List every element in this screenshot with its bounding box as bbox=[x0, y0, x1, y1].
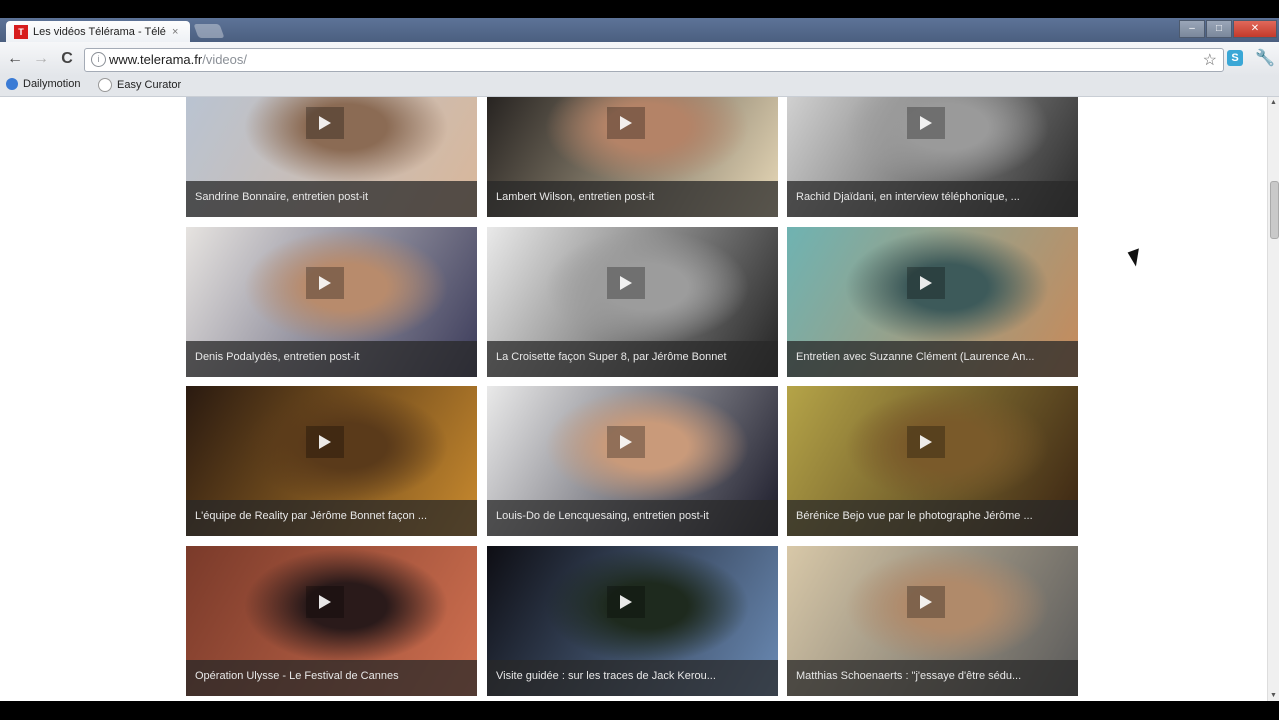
caption-bar: Rachid Djaïdani, en interview téléphoniq… bbox=[787, 181, 1078, 217]
caption-bar: Entretien avec Suzanne Clément (Laurence… bbox=[787, 341, 1078, 377]
play-icon[interactable] bbox=[306, 586, 344, 618]
bookmark-star-icon[interactable]: ☆ bbox=[1203, 50, 1217, 70]
play-icon[interactable] bbox=[907, 586, 945, 618]
video-title[interactable]: Sandrine Bonnaire, entretien post-it bbox=[195, 191, 469, 203]
video-card[interactable]: Rachid Djaïdani, en interview téléphoniq… bbox=[787, 97, 1078, 217]
bookmark-dailymotion[interactable]: Dailymotion bbox=[6, 78, 80, 90]
caption-bar: Visite guidée : sur les traces de Jack K… bbox=[487, 660, 778, 696]
video-title[interactable]: L'équipe de Reality par Jérôme Bonnet fa… bbox=[195, 510, 469, 522]
forward-icon[interactable]: → bbox=[32, 50, 50, 68]
caption-bar: Sandrine Bonnaire, entretien post-it bbox=[186, 181, 477, 217]
bookmark-label: Easy Curator bbox=[117, 79, 182, 91]
play-icon[interactable] bbox=[607, 107, 645, 139]
caption-bar: Denis Podalydès, entretien post-it bbox=[186, 341, 477, 377]
new-tab-button[interactable] bbox=[193, 24, 225, 38]
vertical-scrollbar[interactable]: ▲ ▼ bbox=[1267, 97, 1279, 701]
wrench-menu-icon[interactable]: 🔧 bbox=[1255, 48, 1275, 68]
play-icon[interactable] bbox=[907, 267, 945, 299]
bookmark-easy-curator[interactable]: Easy Curator bbox=[98, 78, 181, 92]
play-icon[interactable] bbox=[607, 267, 645, 299]
play-icon[interactable] bbox=[306, 426, 344, 458]
video-title[interactable]: Rachid Djaïdani, en interview téléphoniq… bbox=[796, 191, 1070, 203]
page-content: Sandrine Bonnaire, entretien post-it Lamb… bbox=[0, 97, 1267, 701]
video-title[interactable]: Entretien avec Suzanne Clément (Laurence… bbox=[796, 351, 1070, 363]
play-icon[interactable] bbox=[607, 586, 645, 618]
minimize-button[interactable]: – bbox=[1179, 20, 1205, 38]
tab-title: Les vidéos Télérama - Télé bbox=[33, 25, 166, 38]
scroll-down-icon[interactable]: ▼ bbox=[1270, 692, 1277, 699]
video-title[interactable]: Bérénice Bejo vue par le photographe Jér… bbox=[796, 510, 1070, 522]
video-card[interactable]: L'équipe de Reality par Jérôme Bonnet fa… bbox=[186, 386, 477, 536]
caption-bar: La Croisette façon Super 8, par Jérôme B… bbox=[487, 341, 778, 377]
caption-bar: L'équipe de Reality par Jérôme Bonnet fa… bbox=[186, 500, 477, 536]
screen-bottom-border bbox=[0, 701, 1279, 720]
scroll-up-icon[interactable]: ▲ bbox=[1270, 99, 1277, 106]
video-card[interactable]: Louis-Do de Lencquesaing, entretien post… bbox=[487, 386, 778, 536]
address-bar[interactable]: i www.telerama.fr/videos/ ☆ bbox=[84, 48, 1224, 72]
play-icon[interactable] bbox=[907, 426, 945, 458]
window-controls: – □ ✕ bbox=[1179, 20, 1277, 38]
video-card[interactable]: Lambert Wilson, entretien post-it bbox=[487, 97, 778, 217]
caption-bar: Opération Ulysse - Le Festival de Cannes bbox=[186, 660, 477, 696]
close-window-button[interactable]: ✕ bbox=[1233, 20, 1277, 38]
video-card[interactable]: Matthias Schoenaerts : "j'essaye d'être … bbox=[787, 546, 1078, 696]
caption-bar: Lambert Wilson, entretien post-it bbox=[487, 181, 778, 217]
video-card[interactable]: Visite guidée : sur les traces de Jack K… bbox=[487, 546, 778, 696]
video-title[interactable]: Denis Podalydès, entretien post-it bbox=[195, 351, 469, 363]
video-card[interactable]: Sandrine Bonnaire, entretien post-it bbox=[186, 97, 477, 217]
play-icon[interactable] bbox=[306, 107, 344, 139]
maximize-button[interactable]: □ bbox=[1206, 20, 1232, 38]
play-icon[interactable] bbox=[607, 426, 645, 458]
caption-bar: Louis-Do de Lencquesaing, entretien post… bbox=[487, 500, 778, 536]
video-card[interactable]: Bérénice Bejo vue par le photographe Jér… bbox=[787, 386, 1078, 536]
tab-strip: T Les vidéos Télérama - Télé × – □ ✕ bbox=[0, 18, 1279, 42]
telerama-favicon-icon: T bbox=[14, 24, 28, 39]
video-title[interactable]: Opération Ulysse - Le Festival de Cannes bbox=[195, 670, 469, 682]
reload-icon[interactable]: C bbox=[58, 50, 76, 68]
video-title[interactable]: La Croisette façon Super 8, par Jérôme B… bbox=[496, 351, 770, 363]
video-title[interactable]: Lambert Wilson, entretien post-it bbox=[496, 191, 770, 203]
url-host: www.telerama.fr bbox=[109, 52, 203, 67]
play-icon[interactable] bbox=[306, 267, 344, 299]
play-icon[interactable] bbox=[907, 107, 945, 139]
dailymotion-icon bbox=[6, 78, 18, 90]
video-card[interactable]: Denis Podalydès, entretien post-it bbox=[186, 227, 477, 377]
tab-close-icon[interactable]: × bbox=[172, 26, 178, 38]
extension-icon[interactable]: S bbox=[1227, 50, 1243, 66]
url-path: /videos/ bbox=[202, 52, 248, 67]
back-icon[interactable]: ← bbox=[6, 50, 24, 68]
bookmark-label: Dailymotion bbox=[23, 78, 81, 90]
screen-top-border bbox=[0, 0, 1279, 18]
caption-bar: Bérénice Bejo vue par le photographe Jér… bbox=[787, 500, 1078, 536]
video-title[interactable]: Visite guidée : sur les traces de Jack K… bbox=[496, 670, 770, 682]
scrollbar-thumb[interactable] bbox=[1270, 181, 1279, 239]
video-card[interactable]: La Croisette façon Super 8, par Jérôme B… bbox=[487, 227, 778, 377]
bookmarks-bar: Dailymotion Easy Curator bbox=[0, 76, 1279, 97]
browser-tab[interactable]: T Les vidéos Télérama - Télé × bbox=[6, 21, 190, 42]
page-info-icon[interactable]: i bbox=[91, 52, 106, 67]
easy-curator-icon bbox=[98, 78, 112, 92]
video-card[interactable]: Entretien avec Suzanne Clément (Laurence… bbox=[787, 227, 1078, 377]
video-card[interactable]: Opération Ulysse - Le Festival de Cannes bbox=[186, 546, 477, 696]
caption-bar: Matthias Schoenaerts : "j'essaye d'être … bbox=[787, 660, 1078, 696]
url-text: www.telerama.fr/videos/ bbox=[109, 52, 247, 67]
video-title[interactable]: Matthias Schoenaerts : "j'essaye d'être … bbox=[796, 670, 1070, 682]
video-title[interactable]: Louis-Do de Lencquesaing, entretien post… bbox=[496, 510, 770, 522]
